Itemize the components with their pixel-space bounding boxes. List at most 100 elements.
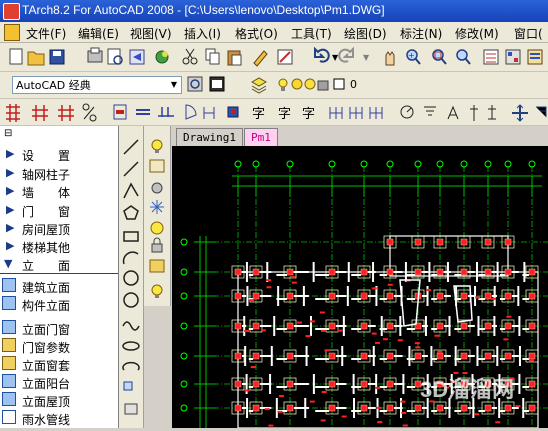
plot-icon[interactable] [87, 47, 103, 63]
sidebar-item-window-frame[interactable]: 立面窗套 [0, 354, 118, 374]
circle-icon[interactable] [123, 270, 139, 286]
wall-align-icon[interactable] [158, 107, 174, 117]
single-text-icon[interactable]: 字 [278, 107, 291, 122]
block-editor-icon[interactable] [277, 49, 293, 65]
bulb-icon[interactable] [151, 139, 163, 153]
open-icon[interactable] [27, 51, 45, 66]
match-properties-icon[interactable] [253, 50, 268, 67]
copy-icon[interactable] [205, 48, 220, 65]
sidebar-item-elevation-balcony[interactable]: 立面阳台 [0, 372, 118, 392]
layer-unfreeze-icon[interactable] [150, 221, 164, 235]
sidebar-item-stairs-other[interactable]: ▶ 楼梯其他 [0, 236, 118, 256]
construction-line-icon[interactable] [123, 161, 139, 177]
tool-palettes-icon[interactable] [527, 49, 543, 65]
multi-text-icon[interactable]: 字 [302, 107, 315, 122]
undo-dropdown-icon[interactable]: ▼ [332, 53, 339, 62]
revcloud-icon[interactable] [123, 292, 139, 308]
lock-icon[interactable] [304, 78, 316, 90]
zoom-realtime-icon[interactable]: + [406, 49, 421, 65]
pan-icon[interactable] [385, 51, 395, 66]
workspace-settings-icon[interactable] [187, 76, 203, 92]
door-icon[interactable] [185, 104, 197, 120]
menu-modify[interactable]: 修改(M) [455, 25, 499, 42]
3d-dwf-icon[interactable] [155, 50, 169, 64]
index-icon[interactable] [488, 105, 496, 120]
collapse-icon[interactable]: ⊟ [4, 128, 12, 139]
text-style-icon[interactable]: 字 [252, 107, 265, 122]
menu-view[interactable]: 视图(V) [130, 25, 172, 42]
sidebar-item-door-window[interactable]: ▶ 门 窗 [0, 200, 118, 220]
document-icon[interactable] [4, 24, 20, 41]
elevation-icon[interactable] [424, 106, 436, 116]
menu-dimension[interactable]: 标注(N) [400, 25, 442, 42]
plot-preview-icon[interactable] [107, 48, 123, 65]
layer-lock-icon[interactable] [317, 80, 329, 91]
menu-tools[interactable]: 工具(T) [291, 25, 332, 42]
redo-dropdown-icon[interactable]: ▼ [363, 53, 370, 62]
menu-draw[interactable]: 绘图(D) [344, 25, 387, 42]
properties-icon[interactable] [483, 49, 499, 65]
menu-insert[interactable]: 插入(I) [184, 25, 221, 42]
layer-freeze-icon[interactable] [150, 200, 164, 214]
bulb-icon[interactable] [278, 78, 288, 91]
menu-file[interactable]: 文件(F) [26, 25, 66, 42]
line-icon[interactable] [123, 139, 139, 155]
spline-icon[interactable] [122, 321, 140, 331]
make-block-icon[interactable] [124, 403, 138, 415]
rectangle-icon[interactable] [123, 231, 139, 242]
app-icon[interactable] [3, 3, 20, 20]
axis-grid-icon[interactable] [6, 104, 20, 122]
sidebar-item-wall[interactable]: ▶ 墙 体 [0, 181, 118, 201]
sidebar-item-elevation[interactable]: ▼ 立 面 [0, 254, 118, 274]
layer-off-icon[interactable] [151, 182, 163, 194]
my-workspace-icon[interactable] [209, 76, 225, 92]
tab-pm1[interactable]: Pm1 [244, 128, 278, 146]
tab-drawing1[interactable]: Drawing1 [176, 128, 243, 146]
move-icon[interactable] [512, 104, 528, 122]
menu-window[interactable]: 窗口( [514, 25, 543, 42]
sidebar-item-axis-column[interactable]: ▶ 轴网柱子 [0, 163, 118, 183]
undo-icon[interactable] [314, 46, 330, 63]
insert-block-icon[interactable] [123, 381, 133, 391]
save-icon[interactable] [49, 49, 65, 65]
window-icon[interactable] [203, 107, 215, 119]
north-arrow-icon[interactable] [447, 105, 459, 120]
sidebar-item-settings[interactable]: ▶ 设 置 [0, 144, 118, 164]
layer-lock-icon[interactable] [151, 237, 163, 253]
redo-icon[interactable] [338, 46, 354, 63]
publish-icon[interactable] [129, 49, 145, 65]
sun-icon[interactable] [291, 78, 303, 90]
sidebar-item-elevation-door-window[interactable]: 立面门窗 [0, 318, 118, 338]
trim-axis-icon[interactable] [82, 103, 97, 122]
menu-format[interactable]: 格式(O) [235, 25, 278, 42]
menu-collapse-bar[interactable]: ⊟ [0, 128, 118, 140]
section-icon[interactable] [470, 105, 478, 121]
layer-color-icon[interactable] [333, 78, 345, 90]
wall-icon[interactable] [136, 109, 150, 115]
angle-dim-icon[interactable] [400, 105, 414, 119]
polygon-icon[interactable] [123, 205, 139, 220]
sidebar-item-elevation-roof[interactable]: 立面屋顶 [0, 390, 118, 410]
sidebar-item-component-elevation[interactable]: 构件立面 [0, 294, 118, 314]
menu-edit[interactable]: 编辑(E) [78, 25, 119, 42]
sidebar-item-door-window-params[interactable]: 门窗参数 [0, 336, 118, 356]
ellipse-arc-icon[interactable] [122, 361, 140, 371]
arc-icon[interactable] [122, 251, 139, 265]
sidebar-item-rain-pipe[interactable]: 雨水管线 [0, 408, 118, 428]
dim-icon[interactable] [329, 107, 343, 119]
ellipse-icon[interactable] [122, 341, 140, 351]
layer-isolate-icon[interactable] [149, 159, 165, 173]
layer-restore-icon[interactable] [151, 284, 163, 298]
new-icon[interactable] [9, 48, 23, 65]
cut-icon[interactable] [182, 48, 198, 65]
column-standard-icon[interactable] [113, 104, 127, 120]
design-center-icon[interactable] [505, 49, 521, 65]
axis-label-icon[interactable] [32, 105, 48, 121]
copy-object-icon[interactable] [536, 106, 547, 117]
opening-icon[interactable] [227, 106, 239, 118]
sidebar-item-room-roof[interactable]: ▶ 房间屋顶 [0, 218, 118, 238]
dim-wall-icon[interactable] [369, 107, 383, 119]
grid-mark-icon[interactable] [58, 105, 74, 121]
dim-axis-icon[interactable] [349, 107, 363, 119]
layer-unlock-icon[interactable] [149, 259, 165, 273]
